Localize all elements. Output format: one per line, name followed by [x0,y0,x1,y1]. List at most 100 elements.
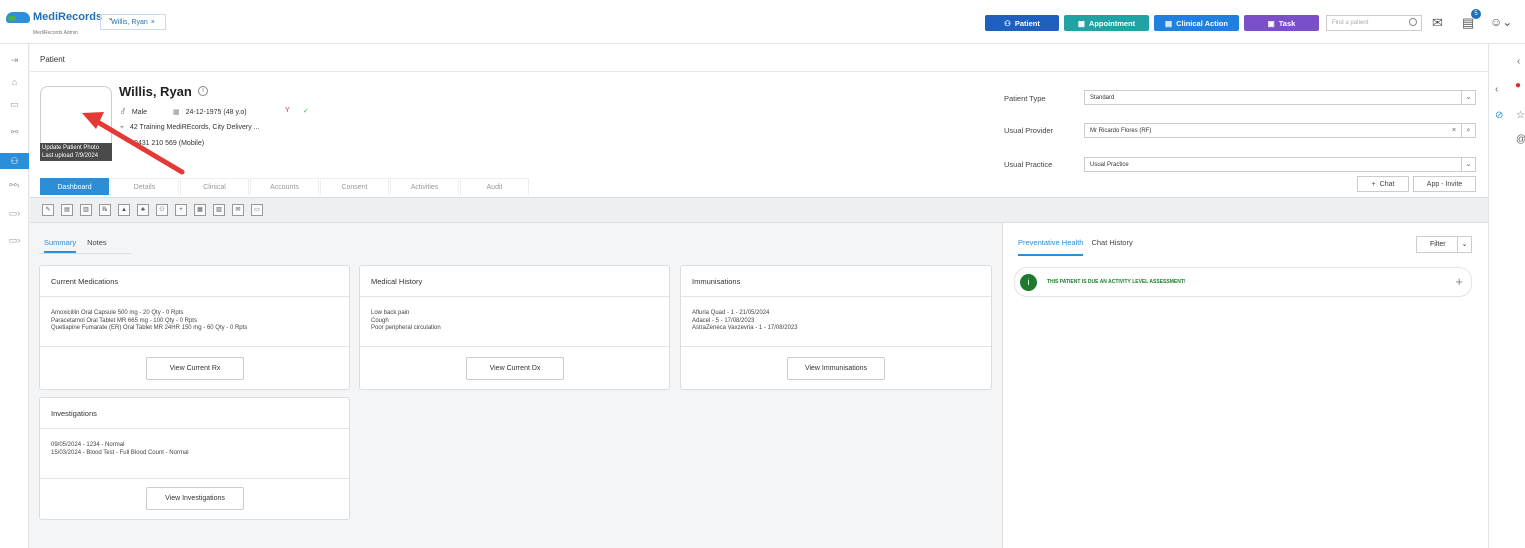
alert-icon[interactable]: ● [1515,80,1521,91]
patient-type-value: Standard [1090,94,1115,101]
folder-nav-icon[interactable]: ▭› [0,205,29,221]
task-button[interactable]: ▣ Task [1244,15,1319,31]
appointment-button[interactable]: ▦ Appointment [1064,15,1149,31]
tab-dashboard[interactable]: Dashboard [40,178,109,195]
referral-icon[interactable]: ⚇ [156,204,168,216]
reports-nav-icon[interactable]: ▭› [0,232,29,248]
patient-phone: 0431 210 569 (Mobile) [134,140,205,147]
home-icon[interactable]: ⌂ [0,74,29,90]
brand-logo[interactable]: MediRecords ⌄ [6,11,114,23]
info-icon[interactable]: i [198,86,208,96]
list-item: 09/05/2024 - 1234 - Normal [51,442,125,448]
usual-provider-value: Mr Ricardo Flores (RF) [1090,127,1152,134]
patient-address-value: 42 Training MediREcords, City Delivery .… [129,124,260,131]
task-icon: ▣ [1267,18,1275,28]
collapse-icon[interactable]: ‹ [1517,56,1520,67]
top-bar: MediRecords ⌄ MediRecords Admin Willis, … [0,0,1525,44]
tab-chat-history[interactable]: Chat History [1091,238,1132,256]
link-icon[interactable]: ⊘ [1495,110,1503,121]
medical-kit-icon[interactable]: + [175,204,187,216]
users-nav-icon[interactable]: ⚯ [0,124,29,140]
tab-notes[interactable]: Notes [87,238,107,253]
panel-footer [681,346,991,347]
prescription-icon[interactable]: ℞ [99,204,111,216]
clear-icon[interactable]: × [1447,124,1461,137]
tab-consent[interactable]: Consent [320,178,389,195]
tab-accounts[interactable]: Accounts [250,178,319,195]
chevron-left-icon[interactable]: ‹ [1495,84,1498,95]
patient-button[interactable]: ⚇ Patient [985,15,1059,31]
calendar-nav-icon[interactable]: ▭ [0,96,29,112]
usual-practice-select[interactable]: Usual Practice ⌄ [1084,157,1476,172]
report-icon[interactable]: ▥ [80,204,92,216]
photo-caption[interactable]: Update Patient Photo Last upload 7/9/2024 [40,143,112,161]
open-patient-tab-label: Willis, Ryan [111,18,148,26]
view-immunisations-button[interactable]: View Immunisations [787,357,885,380]
tab-activities[interactable]: Activities [390,178,459,195]
photo-caption-line1: Update Patient Photo [42,145,100,151]
alcohol-icon[interactable]: Y [285,107,290,114]
chevron-down-icon[interactable]: ⌄ [1457,237,1471,252]
find-patient-input[interactable]: Find a patient [1326,15,1422,31]
clinical-action-button[interactable]: ▤ Clinical Action [1154,15,1239,31]
pin-icon[interactable]: ☆ [1516,110,1525,121]
patient-dob-value: 24-12-1975 (48 y.o) [185,109,247,116]
close-icon[interactable]: × [151,19,155,26]
calendar-icon: ▦ [1077,18,1085,28]
clinical-action-button-label: Clinical Action [1176,18,1228,28]
calendar-action-icon[interactable]: ▦ [194,204,206,216]
leaf-icon[interactable]: ✓ [303,107,309,115]
tab-details[interactable]: Details [110,178,179,195]
appointment-button-label: Appointment [1088,18,1136,28]
summary-tabs-divider [39,253,131,254]
open-patient-tab[interactable]: Willis, Ryan × [100,14,166,30]
mail-icon[interactable]: ✉ [1432,15,1443,31]
photo-caption-line2: Last upload 7/9/2024 [42,153,99,159]
gender-icon: ⚦ [120,109,126,116]
groups-nav-icon[interactable]: ⚯› [0,177,29,193]
message-icon[interactable]: ▭ [251,204,263,216]
panel-body: Afluria Quad - 1 - 21/05/2024 Adacel - 5… [692,310,798,333]
patient-type-select[interactable]: Standard ⌄ [1084,90,1476,105]
tab-audit[interactable]: Audit [460,178,529,195]
add-icon[interactable]: + [1455,274,1463,289]
alert-text: THIS PATIENT IS DUE AN ACTIVITY LEVEL AS… [1047,279,1186,285]
certificate-icon[interactable]: ▧ [213,204,225,216]
left-nav: ⇥ ⌂ ▭ ⚯ ⚇ ⚯› ▭› ▭› [0,44,29,548]
logo-icon [6,11,30,23]
user-menu-icon[interactable]: ☺⌄ [1490,15,1512,29]
panel-body: 09/05/2024 - 1234 - Normal 15/03/2024 - … [51,442,189,457]
preventative-alert: i THIS PATIENT IS DUE AN ACTIVITY LEVEL … [1014,267,1472,297]
search-icon[interactable]: ⌕ [1461,124,1475,137]
chevron-down-icon[interactable]: ⌄ [1461,91,1475,104]
app-invite-button[interactable]: App - Invite [1413,176,1476,192]
tab-clinical[interactable]: Clinical [180,178,249,195]
view-current-rx-button[interactable]: View Current Rx [146,357,244,380]
view-investigations-button[interactable]: View Investigations [146,487,244,510]
search-icon[interactable] [1409,18,1417,26]
chevron-down-icon[interactable]: ⌄ [1461,158,1475,171]
panel-footer [360,346,669,347]
imaging-icon[interactable]: ▲ [118,204,130,216]
find-patient-placeholder: Find a patient [1332,20,1369,26]
filter-select[interactable]: Filter ⌄ [1416,236,1472,253]
tab-preventative-health[interactable]: Preventative Health [1018,238,1084,256]
patient-tabs: Dashboard Details Clinical Accounts Cons… [40,178,529,195]
email-icon[interactable]: ✉ [232,204,244,216]
immunisations-panel: Immunisations Afluria Quad - 1 - 21/05/2… [680,265,992,390]
task-button-label: Task [1278,18,1296,28]
pathology-icon[interactable]: ♣ [137,204,149,216]
document-icon[interactable]: ▤ [61,204,73,216]
expand-nav-icon[interactable]: ⇥ [0,52,29,68]
current-medications-panel: Current Medications Amoxicillin Oral Cap… [39,265,350,390]
view-current-dx-button[interactable]: View Current Dx [466,357,564,380]
at-icon[interactable]: @ [1516,134,1525,145]
info-icon: i [1020,274,1037,291]
patient-nav-icon[interactable]: ⚇ [0,153,29,169]
usual-provider-select[interactable]: Mr Ricardo Flores (RF) × ⌕ [1084,123,1476,138]
tab-summary[interactable]: Summary [44,238,77,253]
chat-button[interactable]: + Chat [1357,176,1409,192]
brand-name: MediRecords [33,11,103,23]
edit-note-icon[interactable]: ✎ [42,204,54,216]
panel-body: Amoxicillin Oral Capsule 500 mg - 20 Qty… [51,310,247,333]
